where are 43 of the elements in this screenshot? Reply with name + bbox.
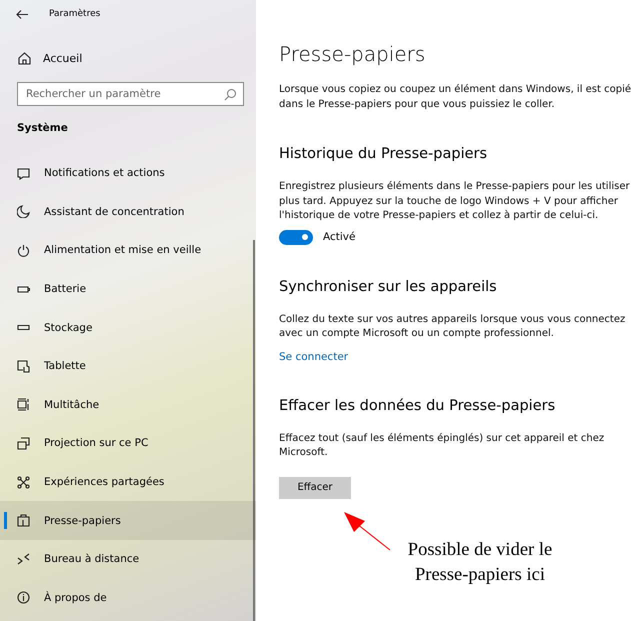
section-heading: Effacer les données du Presse-papiers	[279, 398, 556, 414]
section-heading: Synchroniser sur les appareils	[279, 278, 498, 294]
sidebar-item[interactable]: Alimentation et mise en veille	[0, 231, 256, 270]
search-icon	[224, 88, 237, 100]
description-text: Effacez tout (sauf les éléments épinglés) sur cet appareil et chez Microsoft.	[279, 432, 606, 460]
clear-button[interactable]: Effacer	[279, 476, 351, 498]
clipboard-icon	[17, 514, 30, 528]
power-icon	[17, 244, 30, 257]
sidebar-item[interactable]: Notifications et actions	[0, 154, 256, 193]
moon-icon	[17, 205, 30, 218]
info-icon	[17, 591, 30, 604]
sidebar-item[interactable]: Bureau à distance	[0, 540, 256, 579]
scrollbar[interactable]	[253, 240, 255, 621]
toggle-label: Activé	[323, 231, 356, 243]
home-icon	[18, 52, 31, 65]
sidebar-item[interactable]: Assistant de concentration	[0, 192, 256, 232]
back-arrow-icon[interactable]	[16, 8, 29, 20]
speech-bubble-icon	[17, 166, 30, 180]
window-title: Paramètres	[49, 9, 100, 19]
sidebar-item[interactable]: Expériences partagées	[0, 462, 256, 502]
intro-text: Lorsque vous copiez ou coupez un élément dans Windows, il est copié dans le Presse-papiers pour que vous puissiez le coller.	[279, 83, 631, 112]
sidebar-item[interactable]: Batterie	[0, 270, 256, 308]
sidebar-item[interactable]: Presse-papiers	[0, 501, 256, 540]
sidebar-item[interactable]: Tablette	[0, 346, 256, 386]
home-item[interactable]: Accueil	[0, 52, 256, 65]
sidebar-item[interactable]: Projection sur ce PC	[0, 424, 256, 463]
multitask-icon	[17, 398, 30, 412]
toggle-switch[interactable]	[279, 230, 313, 244]
sidebar-item[interactable]: Multitâche	[0, 386, 256, 424]
section-heading: Historique du Presse-papiers	[279, 146, 488, 162]
remote-arrows-icon	[17, 552, 30, 566]
network-icon	[17, 476, 30, 489]
sign-in-link[interactable]: Se connecter	[279, 350, 348, 362]
tablet-icon	[17, 360, 30, 373]
sidebar-item[interactable]: À propos de	[0, 578, 256, 618]
projector-icon	[17, 436, 30, 450]
description-text: Collez du texte sur vos autres appareils lorsque vous vous connectez avec un compte Microsoft ou un compte professionnel.	[279, 312, 626, 341]
search-field[interactable]: Rechercher un paramètre	[17, 82, 244, 106]
description-text: Enregistrez plusieurs éléments dans le Presse-papiers pour les utiliser plus tard. Appuyez sur la touche de logo Windows + V pour afficher l'historique de votre Presse-papiers et collez à partir de celui-ci.	[279, 180, 631, 223]
sidebar-item[interactable]: Stockage	[0, 308, 256, 347]
page-title: Presse-papiers	[279, 42, 426, 66]
annotation-text: Possible de vider le Presse-papiers ici	[406, 539, 554, 587]
section-heading: Système	[16, 122, 69, 134]
